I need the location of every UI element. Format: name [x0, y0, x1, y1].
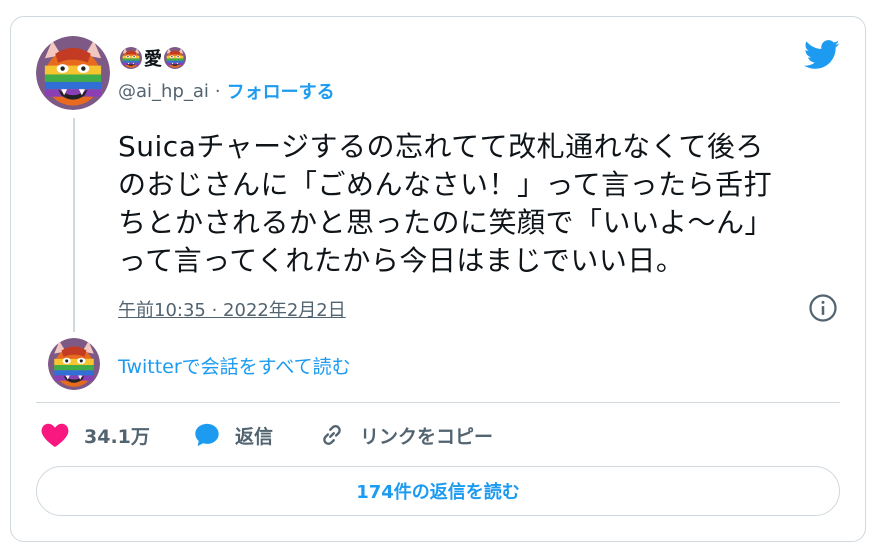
copy-link-label: リンクをコピー	[360, 425, 494, 448]
follow-link[interactable]: フォローする	[227, 78, 335, 104]
read-replies-button[interactable]: 174件の返信を読む	[36, 466, 840, 516]
author-handle-row: @ai_hp_ai · フォローする	[118, 78, 335, 104]
tweet-text-line: のおじさんに「ごめんなさい！」って言ったら舌打	[118, 168, 773, 201]
author-avatar[interactable]	[36, 36, 110, 110]
oni-emoji-icon	[120, 47, 142, 69]
reply-button[interactable]: 返信	[193, 420, 273, 450]
divider	[36, 402, 840, 403]
tweet-timestamp-link[interactable]: 午前10:35 · 2022年2月2日	[118, 296, 346, 322]
read-conversation-link[interactable]: Twitterで会話をすべて読む	[118, 352, 351, 379]
like-button[interactable]: 34.1万	[40, 420, 150, 450]
oni-avatar-image	[36, 36, 110, 110]
separator-dot: ·	[214, 80, 221, 102]
oni-emoji-icon	[164, 47, 186, 69]
tweet-text-line: Suicaチャージするの忘れてて改札通れなくて後ろ	[118, 130, 764, 163]
author-display-name[interactable]: 愛	[118, 44, 188, 72]
info-icon[interactable]	[808, 293, 838, 323]
reply-label: 返信	[235, 425, 274, 448]
twitter-bird-icon[interactable]	[804, 40, 840, 70]
thread-connector-line	[73, 118, 75, 332]
conversation-avatar[interactable]	[48, 338, 100, 390]
copy-link-button[interactable]: リンクをコピー	[318, 420, 493, 450]
tweet-text: Suicaチャージするの忘れてて改札通れなくて後ろ のおじさんに「ごめんなさい！…	[118, 128, 818, 280]
tweet-text-line: ちとかされるかと思ったのに笑顔で「いいよ〜ん」	[118, 206, 773, 239]
heart-icon	[41, 423, 69, 447]
like-count: 34.1万	[84, 425, 150, 448]
speech-bubble-icon	[195, 423, 219, 447]
display-name-text: 愛	[144, 49, 162, 70]
oni-avatar-image	[48, 338, 100, 390]
author-handle[interactable]: @ai_hp_ai	[118, 81, 209, 102]
link-icon	[323, 425, 341, 445]
tweet-text-line: って言ってくれたから今日はまじでいい日。	[118, 244, 685, 277]
